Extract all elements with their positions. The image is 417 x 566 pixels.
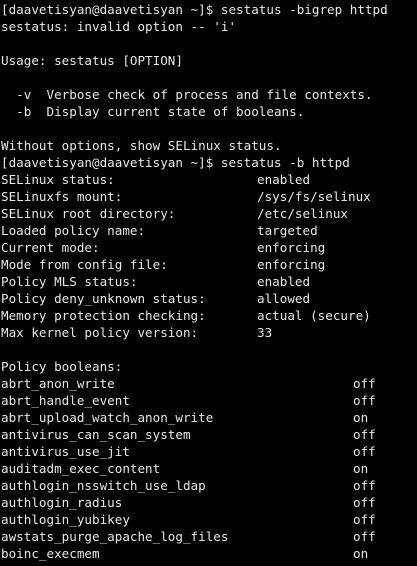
boolean-name: antivirus_use_jit bbox=[1, 444, 130, 459]
boolean-state: off bbox=[353, 444, 376, 459]
status-key: SELinuxfs mount: bbox=[1, 189, 123, 204]
status-table: SELinux status: enabled SELinuxfs mount: /… bbox=[1, 171, 417, 341]
boolean-state: off bbox=[353, 495, 376, 510]
boolean-state: off bbox=[353, 376, 376, 391]
status-row: Memory protection checking: actual (secur… bbox=[1, 307, 417, 324]
boolean-row: abrt_handle_event off bbox=[1, 392, 417, 409]
boolean-row: boinc_execmem on bbox=[1, 545, 417, 562]
status-row: Policy MLS status: enabled bbox=[1, 273, 417, 290]
status-value: actual (secure) bbox=[257, 308, 371, 323]
status-key: Max kernel policy version: bbox=[1, 325, 199, 340]
status-key: Policy MLS status: bbox=[1, 274, 138, 289]
boolean-row: antivirus_can_scan_system off bbox=[1, 426, 417, 443]
error-output: [daavetisyan@daavetisyan ~]$ sestatus -b… bbox=[1, 1, 417, 171]
booleans-list: abrt_anon_write off abrt_handle_event off … bbox=[1, 375, 417, 562]
boolean-state: off bbox=[353, 393, 376, 408]
boolean-name: authlogin_nsswitch_use_ldap bbox=[1, 478, 206, 493]
usage-line: Usage: sestatus [OPTION] bbox=[1, 53, 183, 68]
boolean-row: antivirus_use_jit off bbox=[1, 443, 417, 460]
status-key: Memory protection checking: bbox=[1, 308, 206, 323]
status-row: SELinux root directory: /etc/selinux bbox=[1, 205, 417, 222]
boolean-row: abrt_upload_watch_anon_write on bbox=[1, 409, 417, 426]
status-key: SELinux status: bbox=[1, 172, 115, 187]
status-row: Mode from config file: enforcing bbox=[1, 256, 417, 273]
help-note-line: Without options, show SELinux status. bbox=[1, 138, 282, 153]
status-row: Loaded policy name: targeted bbox=[1, 222, 417, 239]
boolean-state: off bbox=[353, 427, 376, 442]
boolean-state: off bbox=[353, 512, 376, 527]
boolean-name: authlogin_yubikey bbox=[1, 512, 130, 527]
prompt-command-line: [daavetisyan@daavetisyan ~]$ sestatus -b… bbox=[1, 155, 350, 170]
boolean-state: on bbox=[353, 410, 369, 425]
status-key: Current mode: bbox=[1, 240, 100, 255]
status-value: enforcing bbox=[257, 257, 326, 272]
boolean-state: off bbox=[353, 478, 376, 493]
boolean-state: on bbox=[353, 461, 369, 476]
boolean-name: antivirus_can_scan_system bbox=[1, 427, 191, 442]
boolean-row: auditadm_exec_content on bbox=[1, 460, 417, 477]
boolean-row: awstats_purge_apache_log_files off bbox=[1, 528, 417, 545]
status-value: targeted bbox=[257, 223, 318, 238]
error-line: sestatus: invalid option -- 'i' bbox=[1, 19, 237, 34]
boolean-state: off bbox=[353, 529, 376, 544]
status-row: SELinux status: enabled bbox=[1, 171, 417, 188]
booleans-header: Policy booleans: bbox=[1, 359, 123, 374]
status-value: /etc/selinux bbox=[257, 206, 348, 221]
boolean-state: on bbox=[353, 546, 369, 561]
boolean-row: authlogin_radius off bbox=[1, 494, 417, 511]
boolean-name: abrt_handle_event bbox=[1, 393, 130, 408]
boolean-name: awstats_purge_apache_log_files bbox=[1, 529, 229, 544]
boolean-row: authlogin_nsswitch_use_ldap off bbox=[1, 477, 417, 494]
status-row: Current mode: enforcing bbox=[1, 239, 417, 256]
status-row: Max kernel policy version: 33 bbox=[1, 324, 417, 341]
boolean-row: abrt_anon_write off bbox=[1, 375, 417, 392]
status-key: Mode from config file: bbox=[1, 257, 168, 272]
status-key: Loaded policy name: bbox=[1, 223, 146, 238]
boolean-name: abrt_anon_write bbox=[1, 376, 115, 391]
boolean-name: authlogin_radius bbox=[1, 495, 123, 510]
status-key: Policy deny_unknown status: bbox=[1, 291, 206, 306]
prompt-command-line: [daavetisyan@daavetisyan ~]$ sestatus -b… bbox=[1, 2, 388, 17]
terminal-window[interactable]: [daavetisyan@daavetisyan ~]$ sestatus -b… bbox=[0, 0, 417, 566]
status-value: 33 bbox=[257, 325, 273, 340]
status-value: allowed bbox=[257, 291, 311, 306]
status-key: SELinux root directory: bbox=[1, 206, 176, 221]
boolean-name: boinc_execmem bbox=[1, 546, 100, 561]
boolean-name: abrt_upload_watch_anon_write bbox=[1, 410, 214, 425]
status-value: enabled bbox=[257, 274, 311, 289]
option-b-line: -b Display current state of booleans. bbox=[1, 104, 305, 119]
option-v-line: -v Verbose check of process and file con… bbox=[1, 87, 373, 102]
boolean-row: authlogin_yubikey off bbox=[1, 511, 417, 528]
status-value: enabled bbox=[257, 172, 311, 187]
status-value: enforcing bbox=[257, 240, 326, 255]
status-row: Policy deny_unknown status: allowed bbox=[1, 290, 417, 307]
boolean-name: auditadm_exec_content bbox=[1, 461, 161, 476]
status-value: /sys/fs/selinux bbox=[257, 189, 371, 204]
status-row: SELinuxfs mount: /sys/fs/selinux bbox=[1, 188, 417, 205]
